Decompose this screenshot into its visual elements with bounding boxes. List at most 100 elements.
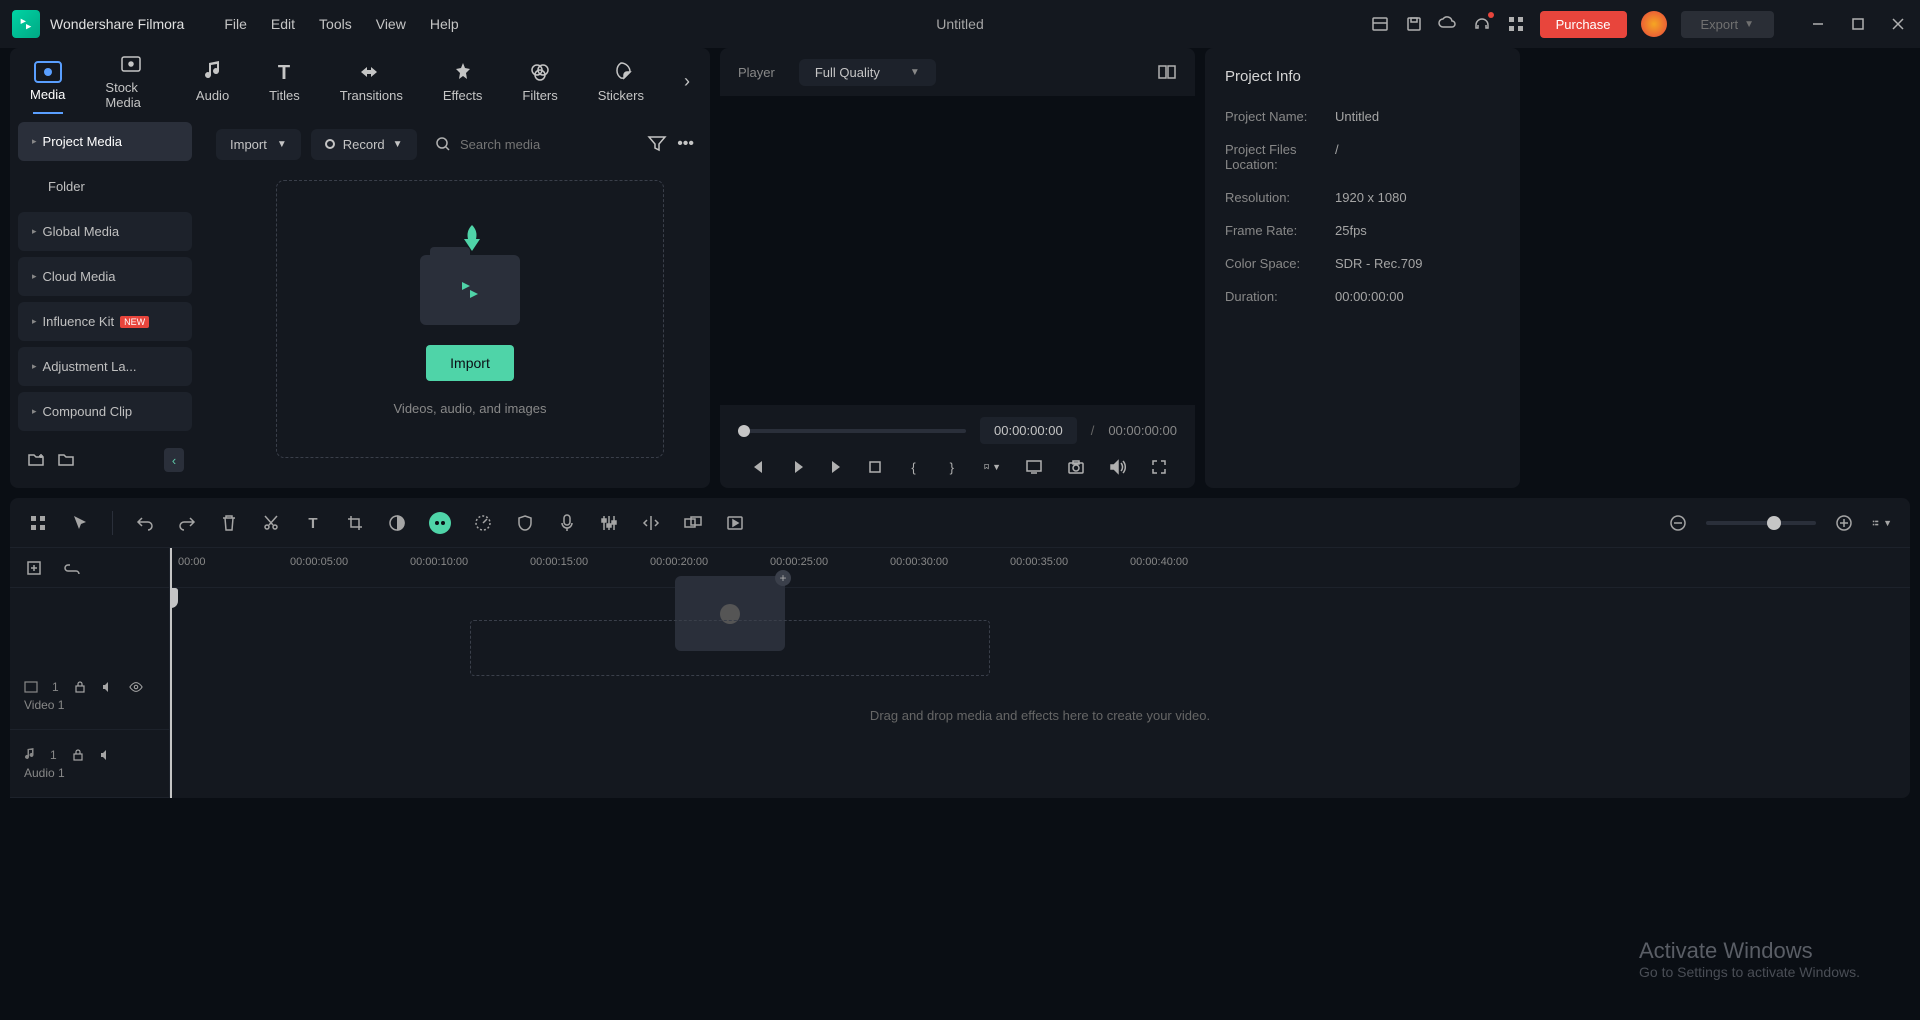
menu-view[interactable]: View — [376, 16, 406, 32]
sidebar-item-cloud-media[interactable]: ▸Cloud Media — [18, 257, 192, 296]
user-avatar[interactable] — [1641, 11, 1667, 37]
lock-icon[interactable] — [73, 680, 87, 694]
mute-icon[interactable] — [101, 680, 115, 694]
import-dropdown[interactable]: Import▼ — [216, 129, 301, 160]
cut-icon[interactable] — [261, 513, 281, 533]
timeline-tracks[interactable]: 00:00 00:00:05:00 00:00:10:00 00:00:15:0… — [170, 548, 1910, 798]
tab-filters[interactable]: Filters — [522, 60, 557, 103]
info-value: / — [1335, 142, 1339, 172]
text-icon[interactable]: T — [303, 513, 323, 533]
menu-file[interactable]: File — [224, 16, 247, 32]
search-input[interactable] — [460, 137, 629, 152]
stop-icon[interactable] — [868, 458, 882, 476]
tab-effects[interactable]: Effects — [443, 60, 483, 103]
search-box[interactable] — [427, 134, 638, 154]
next-frame-icon[interactable] — [828, 458, 844, 476]
display-icon[interactable] — [1025, 458, 1043, 476]
fullscreen-icon[interactable] — [1151, 458, 1167, 476]
maximize-icon[interactable] — [1848, 14, 1868, 34]
menu-bar: File Edit Tools View Help — [224, 16, 458, 32]
eye-icon[interactable] — [129, 680, 143, 694]
sidebar-item-folder[interactable]: Folder — [18, 167, 192, 206]
headset-icon[interactable] — [1472, 14, 1492, 34]
mark-in-icon[interactable]: { — [906, 458, 920, 476]
menu-tools[interactable]: Tools — [319, 16, 352, 32]
sidebar-item-global-media[interactable]: ▸Global Media — [18, 212, 192, 251]
sidebar-item-influence-kit[interactable]: ▸Influence KitNEW — [18, 302, 192, 341]
mark-out-icon[interactable]: } — [945, 458, 959, 476]
sidebar-item-compound-clip[interactable]: ▸Compound Clip — [18, 392, 192, 431]
import-drop-zone[interactable]: Import Videos, audio, and images — [276, 180, 664, 458]
group-icon[interactable] — [683, 513, 703, 533]
tab-media[interactable]: Media — [30, 61, 65, 102]
tab-transitions[interactable]: Transitions — [340, 60, 403, 103]
more-icon[interactable]: ••• — [677, 135, 694, 153]
filters-icon — [528, 60, 552, 84]
sidebar-collapse-icon[interactable]: ‹ — [164, 448, 184, 472]
layout-icon[interactable] — [1370, 14, 1390, 34]
compare-icon[interactable] — [1157, 62, 1177, 82]
mic-icon[interactable] — [557, 513, 577, 533]
keyframe-split-icon[interactable] — [641, 513, 661, 533]
folder-icon[interactable] — [56, 450, 76, 470]
new-folder-icon[interactable] — [26, 450, 46, 470]
export-button[interactable]: Export▼ — [1681, 11, 1774, 38]
import-button[interactable]: Import — [426, 345, 514, 381]
player-progress[interactable] — [738, 429, 966, 433]
mixer-icon[interactable] — [599, 513, 619, 533]
sidebar-item-project-media[interactable]: ▸Project Media — [18, 122, 192, 161]
track-drop-placeholder[interactable] — [470, 620, 990, 676]
tab-stock-media[interactable]: Stock Media — [105, 52, 156, 110]
tabs-more-arrow-icon[interactable]: › — [684, 71, 690, 92]
timeline-ruler[interactable]: 00:00 00:00:05:00 00:00:10:00 00:00:15:0… — [170, 548, 1910, 588]
stock-media-icon — [119, 52, 143, 76]
shield-icon[interactable] — [515, 513, 535, 533]
close-icon[interactable] — [1888, 14, 1908, 34]
app-logo — [12, 10, 40, 38]
menu-edit[interactable]: Edit — [271, 16, 295, 32]
timeline-view-icon[interactable] — [28, 513, 48, 533]
lock-icon[interactable] — [71, 748, 85, 762]
project-info-panel: Project Info Project Name:Untitled Proje… — [1205, 48, 1520, 488]
timeline-options-icon[interactable]: ▼ — [1872, 513, 1892, 533]
zoom-slider[interactable] — [1706, 521, 1816, 525]
delete-icon[interactable] — [219, 513, 239, 533]
sidebar-item-adjustment-layer[interactable]: ▸Adjustment La... — [18, 347, 192, 386]
record-dropdown[interactable]: Record▼ — [311, 129, 417, 160]
tab-stickers[interactable]: Stickers — [598, 60, 644, 103]
render-icon[interactable] — [725, 513, 745, 533]
ai-icon[interactable] — [429, 512, 451, 534]
quality-select[interactable]: Full Quality▼ — [799, 59, 936, 86]
volume-icon[interactable] — [1109, 458, 1127, 476]
play-icon[interactable] — [788, 458, 804, 476]
link-icon[interactable] — [62, 558, 82, 578]
speed-icon[interactable] — [473, 513, 493, 533]
minimize-icon[interactable] — [1808, 14, 1828, 34]
cursor-icon[interactable] — [70, 513, 90, 533]
tab-audio[interactable]: Audio — [196, 60, 229, 103]
marker-icon[interactable]: ▼ — [983, 458, 1001, 476]
crop-icon[interactable] — [345, 513, 365, 533]
snapshot-icon[interactable] — [1067, 458, 1085, 476]
color-icon[interactable] — [387, 513, 407, 533]
redo-icon[interactable] — [177, 513, 197, 533]
save-icon[interactable] — [1404, 14, 1424, 34]
tab-titles[interactable]: TTitles — [269, 60, 300, 103]
mute-icon[interactable] — [99, 748, 113, 762]
menu-help[interactable]: Help — [430, 16, 459, 32]
playhead[interactable] — [170, 548, 172, 798]
info-value: 1920 x 1080 — [1335, 190, 1407, 205]
zoom-out-icon[interactable] — [1668, 513, 1688, 533]
filter-icon[interactable] — [647, 135, 667, 153]
grid-icon[interactable] — [1506, 14, 1526, 34]
purchase-button[interactable]: Purchase — [1540, 11, 1627, 38]
prev-frame-icon[interactable] — [748, 458, 764, 476]
new-badge: NEW — [120, 316, 149, 328]
player-viewport[interactable] — [720, 96, 1195, 405]
player-label: Player — [738, 65, 775, 80]
zoom-in-icon[interactable] — [1834, 513, 1854, 533]
cloud-icon[interactable] — [1438, 14, 1458, 34]
add-track-icon[interactable] — [24, 558, 44, 578]
undo-icon[interactable] — [135, 513, 155, 533]
svg-text:T: T — [278, 62, 290, 83]
